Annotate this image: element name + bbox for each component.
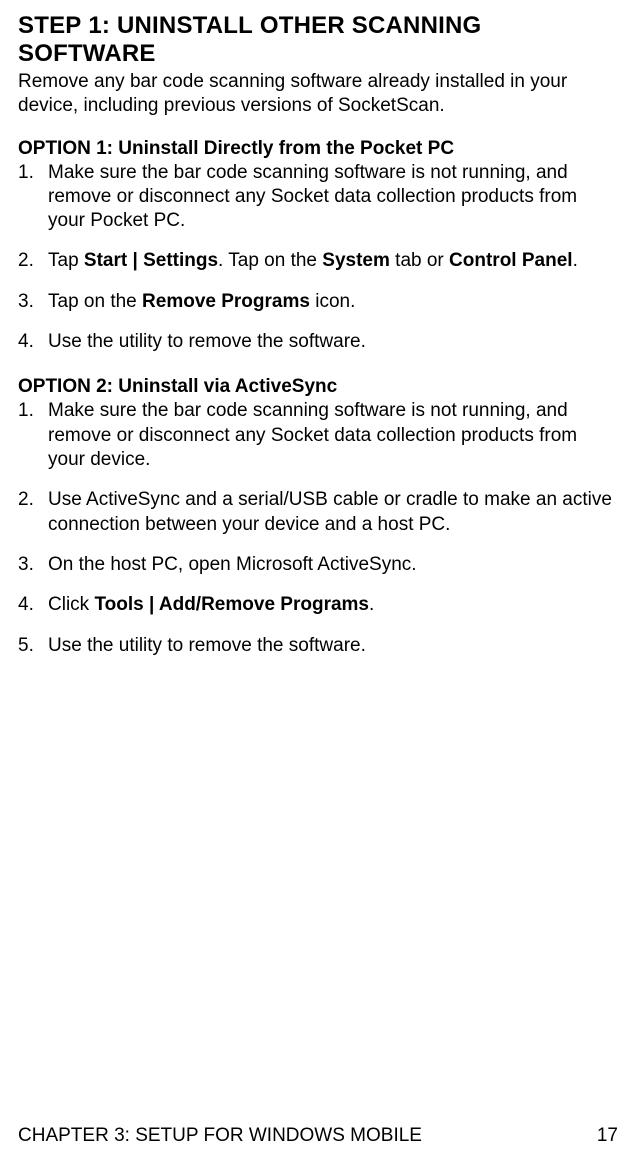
list-item: Make sure the bar code scanning software… xyxy=(18,399,618,472)
option1-list: Make sure the bar code scanning software… xyxy=(18,161,618,355)
list-item: On the host PC, open Microsoft ActiveSyn… xyxy=(18,553,618,577)
list-item: Use the utility to remove the software. xyxy=(18,330,618,354)
page-number: 17 xyxy=(597,1125,618,1147)
list-item: Tap on the Remove Programs icon. xyxy=(18,290,618,314)
list-item: Click Tools | Add/Remove Programs. xyxy=(18,593,618,617)
option2-title: OPTION 2: Uninstall via ActiveSync xyxy=(18,376,618,398)
list-item: Tap Start | Settings. Tap on the System … xyxy=(18,249,618,273)
step-heading: STEP 1: UNINSTALL OTHER SCANNING SOFTWAR… xyxy=(18,12,618,68)
intro-paragraph: Remove any bar code scanning software al… xyxy=(18,70,618,118)
page-footer: CHAPTER 3: SETUP FOR WINDOWS MOBILE 17 xyxy=(18,1119,618,1147)
list-item: Use the utility to remove the software. xyxy=(18,634,618,658)
option1-title: OPTION 1: Uninstall Directly from the Po… xyxy=(18,138,618,160)
list-item: Use ActiveSync and a serial/USB cable or… xyxy=(18,488,618,537)
page-content: STEP 1: UNINSTALL OTHER SCANNING SOFTWAR… xyxy=(18,12,618,1119)
option2-list: Make sure the bar code scanning software… xyxy=(18,399,618,658)
list-item: Make sure the bar code scanning software… xyxy=(18,161,618,234)
chapter-label: CHAPTER 3: SETUP FOR WINDOWS MOBILE xyxy=(18,1125,422,1147)
